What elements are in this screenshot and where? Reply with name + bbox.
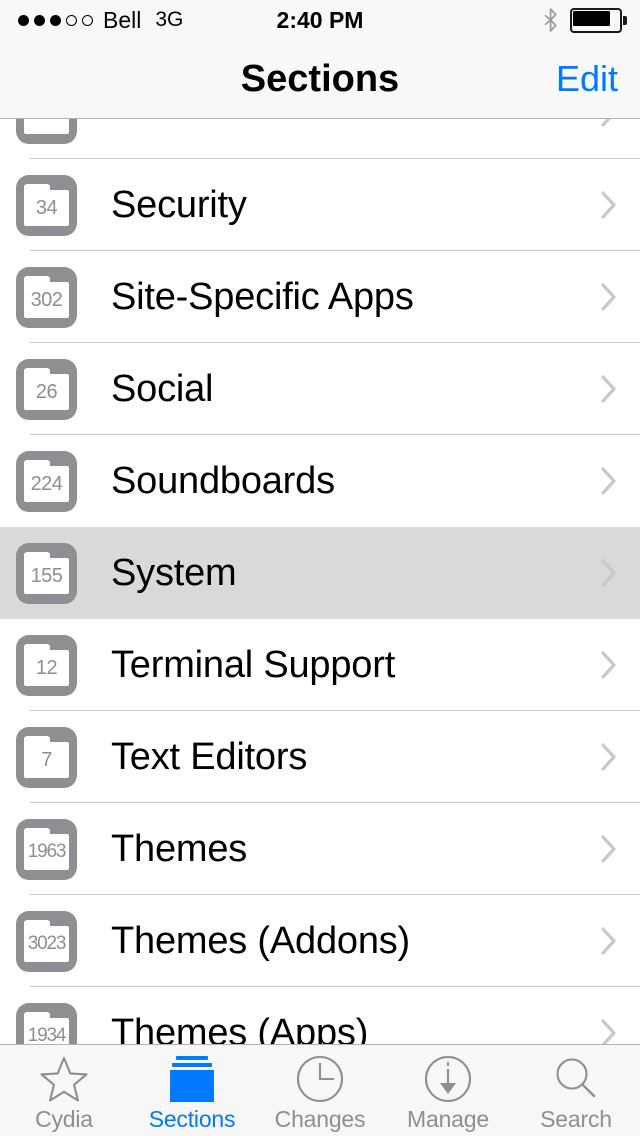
chevron-right-icon: [601, 743, 616, 771]
folder-count: 3023: [27, 933, 67, 954]
chevron-right-icon: [601, 191, 616, 219]
folder-icon: 1963: [16, 818, 77, 880]
table-row[interactable]: [0, 119, 640, 159]
tab-label-search: Search: [540, 1106, 612, 1132]
table-row[interactable]: 34 Security: [0, 159, 640, 251]
row-label: Social: [111, 367, 214, 410]
row-label: Soundboards: [111, 459, 335, 502]
folder-stack-icon: [161, 1053, 223, 1105]
table-row[interactable]: 155 System: [0, 527, 640, 619]
chevron-right-icon: [601, 375, 616, 403]
row-label: System: [111, 551, 237, 594]
tab-label-sections: Sections: [148, 1106, 236, 1132]
row-label: Security: [111, 183, 247, 226]
folder-icon: 12: [16, 634, 77, 696]
row-label: Text Editors: [111, 735, 308, 778]
folder-count: 7: [41, 748, 52, 771]
status-bar-clock: 2:40 PM: [276, 6, 364, 33]
table-row[interactable]: 302 Site-Specific Apps: [0, 251, 640, 343]
folder-icon: 34: [16, 174, 77, 236]
chevron-right-icon: [601, 651, 616, 679]
page-title: Sections: [240, 57, 400, 100]
magnifier-icon: [545, 1053, 607, 1105]
tab-label-cydia: Cydia: [35, 1106, 93, 1132]
battery-icon: [570, 7, 627, 33]
folder-count: 34: [35, 196, 58, 219]
folder-count: 1963: [27, 841, 67, 862]
table-row[interactable]: 12 Terminal Support: [0, 619, 640, 711]
tab-changes[interactable]: Changes: [256, 1045, 384, 1136]
star-icon: [33, 1053, 95, 1105]
tab-cydia[interactable]: Cydia: [0, 1045, 128, 1136]
folder-icon: 26: [16, 358, 77, 420]
sections-list[interactable]: 34 Security 302 Site-Specific Apps 26 Social 2…: [0, 119, 640, 1044]
chevron-right-icon: [601, 559, 616, 587]
folder-icon: [16, 119, 77, 144]
chevron-right-icon: [601, 927, 616, 955]
folder-icon: 7: [16, 726, 77, 788]
folder-icon: 224: [16, 450, 77, 512]
table-row[interactable]: 1934 Themes (Apps): [0, 987, 640, 1044]
chevron-right-icon: [601, 835, 616, 863]
sections-list-inner: 34 Security 302 Site-Specific Apps 26 Social 2…: [0, 119, 640, 1044]
folder-count: 26: [35, 380, 58, 403]
chevron-right-icon: [601, 119, 611, 127]
row-label: Themes (Apps): [111, 1011, 369, 1045]
tab-sections[interactable]: Sections: [128, 1045, 256, 1136]
tab-bar: Cydia Sections Changes Manage Search: [0, 1044, 640, 1136]
row-label: Themes (Addons): [111, 919, 411, 962]
chevron-right-icon: [601, 1019, 616, 1044]
folder-count: 302: [30, 288, 63, 311]
tab-search[interactable]: Search: [512, 1045, 640, 1136]
table-row[interactable]: 7 Text Editors: [0, 711, 640, 803]
table-row[interactable]: 224 Soundboards: [0, 435, 640, 527]
folder-icon: 3023: [16, 910, 77, 972]
table-row[interactable]: 26 Social: [0, 343, 640, 435]
folder-icon: 155: [16, 542, 77, 604]
folder-count: 1934: [27, 1025, 67, 1044]
bluetooth-icon: [544, 8, 557, 32]
folder-count: 12: [35, 656, 58, 679]
table-row[interactable]: 3023 Themes (Addons): [0, 895, 640, 987]
edit-button[interactable]: Edit: [556, 40, 618, 118]
row-label: Site-Specific Apps: [111, 275, 414, 318]
status-bar: Bell 3G 2:40 PM: [0, 0, 640, 40]
row-label: Themes: [111, 827, 248, 870]
folder-count: 155: [30, 564, 63, 587]
folder-count: 224: [30, 472, 63, 495]
table-row[interactable]: 1963 Themes: [0, 803, 640, 895]
download-circle-icon: [417, 1053, 479, 1105]
tab-label-changes: Changes: [274, 1106, 366, 1132]
tab-manage[interactable]: Manage: [384, 1045, 512, 1136]
chevron-right-icon: [601, 283, 616, 311]
folder-icon: 302: [16, 266, 77, 328]
clock-icon: [289, 1053, 351, 1105]
tab-label-manage: Manage: [407, 1106, 489, 1132]
status-bar-right: [544, 0, 627, 40]
navigation-bar: Sections Edit: [0, 40, 640, 119]
row-label: Terminal Support: [111, 643, 396, 686]
folder-icon: 1934: [16, 1002, 77, 1044]
chevron-right-icon: [601, 467, 616, 495]
